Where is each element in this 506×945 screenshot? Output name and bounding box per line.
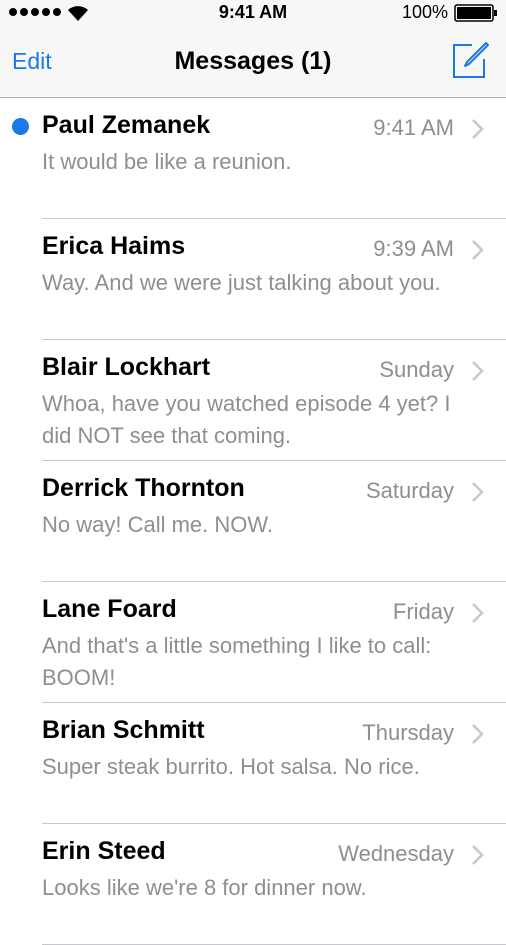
message-time: Friday <box>392 599 454 624</box>
sender-name: Paul Zemanek <box>42 111 211 139</box>
chevron-right-icon <box>472 240 484 260</box>
chevron-right-icon <box>472 603 484 623</box>
message-row[interactable]: Erica Haims 9:39 AM Way. And we were just … <box>0 219 506 340</box>
page-title: Messages (1) <box>174 47 332 75</box>
battery-icon <box>454 4 497 22</box>
sender-name: Blair Lockhart <box>42 353 211 381</box>
message-time: 9:41 AM <box>373 115 454 140</box>
message-row[interactable]: Erin Steed Wednesday Looks like we're 8 fo… <box>0 824 506 945</box>
sender-name: Lane Foard <box>42 595 177 623</box>
message-preview: Whoa, have you watched episode 4 yet? I … <box>42 391 451 448</box>
message-time: Saturday <box>365 478 454 503</box>
message-time: Thursday <box>362 720 454 745</box>
status-bar: 9:41 AM 100% <box>0 0 506 26</box>
message-preview: Super steak burrito. Hot salsa. No rice. <box>42 754 420 779</box>
sender-name: Derrick Thornton <box>42 474 245 502</box>
navigation-bar: Edit Messages (1) <box>0 26 506 98</box>
message-row[interactable]: Brian Schmitt Thursday Super steak burrito… <box>0 703 506 824</box>
message-row[interactable]: Paul Zemanek 9:41 AM It would be like a re… <box>0 98 506 219</box>
sender-name: Brian Schmitt <box>42 716 205 744</box>
chevron-right-icon <box>472 361 484 381</box>
message-list: Paul Zemanek 9:41 AM It would be like a re… <box>0 98 506 945</box>
compose-icon[interactable] <box>450 41 490 81</box>
message-time: Sunday <box>379 357 454 382</box>
message-row[interactable]: Derrick Thornton Saturday No way! Call me.… <box>0 461 506 582</box>
message-preview: It would be like a reunion. <box>42 149 292 174</box>
unread-indicator <box>12 118 29 135</box>
message-preview: Looks like we're 8 for dinner now. <box>42 875 367 900</box>
sender-name: Erin Steed <box>42 837 166 865</box>
message-preview: Way. And we were just talking about you. <box>42 270 441 295</box>
chevron-right-icon <box>472 724 484 744</box>
message-time: Wednesday <box>338 841 454 866</box>
battery-percent: 100% <box>401 2 448 22</box>
message-preview: No way! Call me. NOW. <box>42 512 274 537</box>
chevron-right-icon <box>472 482 484 502</box>
chevron-right-icon <box>472 119 484 139</box>
chevron-right-icon <box>472 845 484 865</box>
message-row[interactable]: Blair Lockhart Sunday Whoa, have you watch… <box>0 340 506 461</box>
message-row[interactable]: Lane Foard Friday And that's a little some… <box>0 582 506 703</box>
message-time: 9:39 AM <box>373 236 454 261</box>
sender-name: Erica Haims <box>42 232 186 260</box>
message-preview: And that's a little something I like to … <box>42 633 432 690</box>
